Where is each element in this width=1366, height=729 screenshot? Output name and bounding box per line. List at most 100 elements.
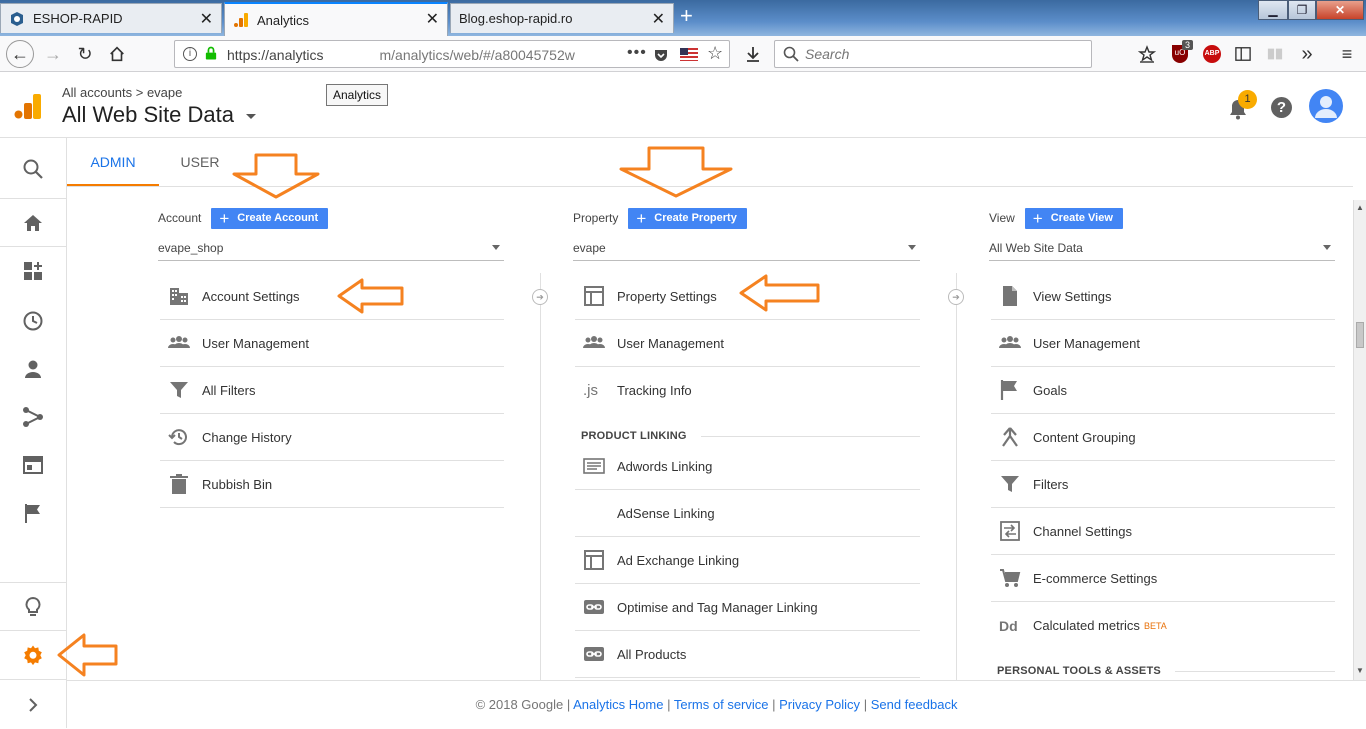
page-scrollbar[interactable]: ▲ ▼ <box>1353 200 1366 680</box>
account-select[interactable]: evape_shop <box>158 236 504 261</box>
all-products-item[interactable]: All Products <box>575 631 920 678</box>
overflow-chevrons-icon[interactable]: » <box>1294 42 1320 66</box>
new-tab-plus-icon[interactable]: + <box>680 4 693 28</box>
adwords-linking-item[interactable]: Adwords Linking <box>575 443 920 490</box>
browser-toolbar: ← → ↻ i https://analytics m/analytics/web… <box>0 36 1366 106</box>
footer-terms-link[interactable]: Terms of service <box>674 697 769 712</box>
view-select[interactable]: All Web Site Data <box>989 236 1335 261</box>
avatar[interactable] <box>1309 89 1343 128</box>
property-column-header: Property + Create Property <box>573 207 747 229</box>
change-history-item[interactable]: Change History <box>160 414 504 461</box>
reload-icon[interactable]: ↻ <box>72 42 98 66</box>
adsense-icon <box>575 502 617 524</box>
column-divider <box>540 273 541 680</box>
breadcrumb-account[interactable]: evape <box>147 85 182 100</box>
filter-icon <box>991 473 1033 495</box>
sidebar-behavior-icon[interactable] <box>0 441 66 489</box>
view-settings-item[interactable]: View Settings <box>991 273 1335 320</box>
channel-settings-item[interactable]: Channel Settings <box>991 508 1335 555</box>
tab-admin[interactable]: ADMIN <box>67 138 159 186</box>
close-icon[interactable]: ✕ <box>652 9 665 29</box>
library-star-icon[interactable] <box>1134 42 1160 66</box>
more-dots-icon[interactable]: ••• <box>627 44 647 62</box>
annotation-arrow-down-icon <box>232 153 320 199</box>
people-icon <box>575 332 617 354</box>
analytics-logo-icon[interactable] <box>14 92 42 125</box>
view-selector[interactable]: All Web Site Data <box>62 102 257 128</box>
sidebar-conversions-flag-icon[interactable] <box>0 489 66 537</box>
close-icon[interactable]: ✕ <box>426 9 439 29</box>
sidebar-audience-person-icon[interactable] <box>0 345 66 393</box>
adsense-linking-item[interactable]: AdSense Linking <box>575 490 920 537</box>
ublock-badge: 3 <box>1182 40 1194 50</box>
footer-privacy-link[interactable]: Privacy Policy <box>779 697 860 712</box>
analytics-logo-icon <box>233 12 249 28</box>
us-flag-icon[interactable] <box>680 48 698 61</box>
ad-exchange-linking-item[interactable]: Ad Exchange Linking <box>575 537 920 584</box>
view-filters-item[interactable]: Filters <box>991 461 1335 508</box>
tab-user[interactable]: USER <box>159 138 241 186</box>
reader-view-icon[interactable] <box>1262 42 1288 66</box>
close-icon[interactable]: ✕ <box>200 9 213 29</box>
minimize-window-icon[interactable]: ▁ <box>1258 0 1288 20</box>
view-column-header: View + Create View <box>989 207 1123 229</box>
property-select[interactable]: evape <box>573 236 920 261</box>
create-account-button[interactable]: + Create Account <box>211 207 329 229</box>
content-grouping-item[interactable]: Content Grouping <box>991 414 1335 461</box>
sidebar-toggle-icon[interactable] <box>1230 42 1256 66</box>
bookmark-star-icon[interactable]: ☆ <box>707 43 723 64</box>
tracking-info-item[interactable]: .js Tracking Info <box>575 367 920 414</box>
create-property-button[interactable]: + Create Property <box>628 207 747 229</box>
info-icon[interactable]: i <box>183 47 197 61</box>
sidebar-acquisition-icon[interactable] <box>0 393 66 441</box>
sidebar-search-icon[interactable] <box>0 145 66 193</box>
sidebar-realtime-clock-icon[interactable] <box>0 297 66 345</box>
optimise-tag-manager-linking-item[interactable]: Optimise and Tag Manager Linking <box>575 584 920 631</box>
annotation-arrow-left-icon <box>57 633 118 677</box>
help-icon[interactable]: ? <box>1271 97 1292 118</box>
grouping-icon <box>991 426 1033 448</box>
goals-item[interactable]: Goals <box>991 367 1335 414</box>
breadcrumb-all-accounts[interactable]: All accounts <box>62 85 132 100</box>
scroll-up-arrow-icon[interactable]: ▲ <box>1356 203 1364 212</box>
adblock-plus-icon[interactable]: ABP <box>1203 45 1221 63</box>
browser-tab-eshop[interactable]: ESHOP-RAPID ✕ <box>0 3 222 33</box>
close-window-icon[interactable]: ✕ <box>1316 0 1364 20</box>
search-bar[interactable] <box>774 40 1092 68</box>
scroll-down-arrow-icon[interactable]: ▼ <box>1356 666 1364 675</box>
account-settings-item[interactable]: Account Settings <box>160 273 504 320</box>
sidebar-divider <box>0 679 66 680</box>
url-bar[interactable]: i https://analytics m/analytics/web/#/a80… <box>174 40 730 68</box>
sidebar-expand-chevron-icon[interactable] <box>0 681 66 729</box>
sidebar-customization-icon[interactable] <box>0 247 66 295</box>
all-filters-item[interactable]: All Filters <box>160 367 504 414</box>
back-arrow-icon[interactable]: ← <box>6 40 34 68</box>
sidebar-discover-bulb-icon[interactable] <box>0 583 66 631</box>
scrollbar-thumb[interactable] <box>1356 322 1364 348</box>
pocket-icon[interactable] <box>653 47 669 68</box>
footer-analytics-home-link[interactable]: Analytics Home <box>573 697 663 712</box>
property-user-management-item[interactable]: User Management <box>575 320 920 367</box>
view-user-management-item[interactable]: User Management <box>991 320 1335 367</box>
home-icon[interactable] <box>104 42 130 66</box>
hamburger-menu-icon[interactable]: ≡ <box>1334 42 1360 66</box>
forward-arrow-icon[interactable]: → <box>40 42 66 66</box>
personal-tools-section-title: PERSONAL TOOLS & ASSETS <box>997 665 1335 677</box>
account-label: Account <box>158 211 202 225</box>
search-input[interactable] <box>805 45 1075 63</box>
sidebar-home-icon[interactable] <box>0 199 66 247</box>
rubbish-bin-item[interactable]: Rubbish Bin <box>160 461 504 508</box>
account-column-header: Account + Create Account <box>158 207 329 229</box>
account-user-management-item[interactable]: User Management <box>160 320 504 367</box>
create-view-button[interactable]: + Create View <box>1024 207 1123 229</box>
download-icon[interactable] <box>740 42 766 66</box>
ecommerce-settings-item[interactable]: E-commerce Settings <box>991 555 1335 602</box>
maximize-window-icon[interactable]: ❐ <box>1288 0 1316 20</box>
dd-icon: Dd <box>999 617 1018 634</box>
annotation-arrow-left-icon <box>337 278 404 314</box>
footer-feedback-link[interactable]: Send feedback <box>871 697 958 712</box>
browser-tab-blog[interactable]: Blog.eshop-rapid.ro ✕ <box>450 3 674 33</box>
column-arrow-icon: ➔ <box>948 289 964 305</box>
calculated-metrics-item[interactable]: Dd Calculated metrics BETA <box>991 602 1335 649</box>
browser-tab-analytics[interactable]: Analytics ✕ <box>224 2 448 36</box>
